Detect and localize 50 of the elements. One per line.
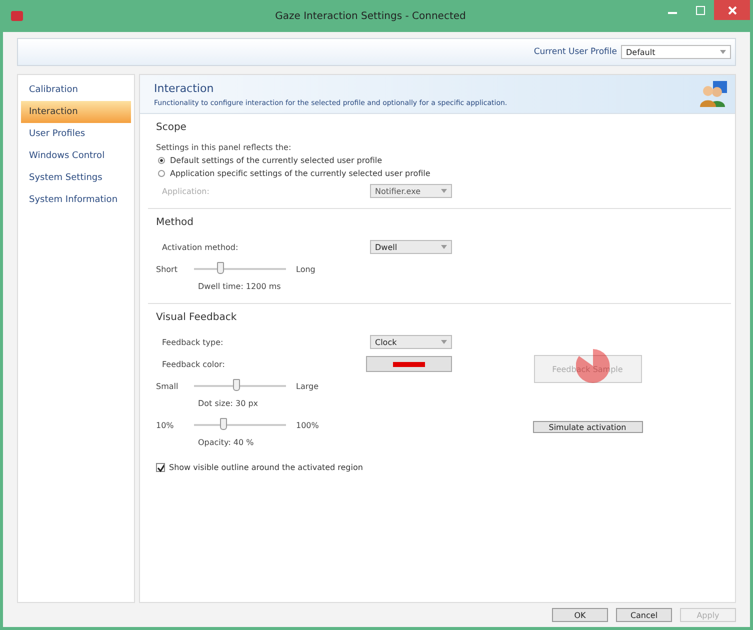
minimize-icon: [668, 12, 676, 14]
sidebar-item[interactable]: User Profiles: [21, 123, 131, 145]
simulate-button[interactable]: Simulate activation: [532, 421, 642, 433]
users-icon: [699, 79, 729, 109]
feedback-color-label: Feedback color:: [162, 360, 225, 368]
slider-min-label: 10%: [156, 420, 175, 430]
sidebar-item[interactable]: Calibration: [21, 79, 131, 101]
check-icon: [157, 463, 164, 472]
application-label: Application:: [162, 186, 210, 196]
outline-checkbox[interactable]: Show visible outline around the activated region: [156, 463, 452, 472]
feedback-type-label: Feedback type:: [162, 338, 224, 346]
section-title: Method: [156, 217, 195, 228]
slider-min-label: Short: [156, 264, 178, 274]
slider-reading: Dwell time: 1200 ms: [197, 282, 282, 291]
slider-reading: Opacity: 40 %: [197, 438, 255, 447]
caret-icon: [441, 340, 447, 344]
app-icon: [11, 11, 23, 21]
slider-max-label: Long: [296, 264, 316, 274]
page-title: Interaction: [154, 82, 215, 94]
feedback-type-dropdown[interactable]: Clock: [370, 335, 452, 349]
slider-min-label: Small: [156, 382, 180, 390]
radio-option[interactable]: Application specific settings of the currently selected user profile: [156, 169, 723, 178]
close-icon: [728, 6, 736, 14]
activation-dropdown[interactable]: Dwell: [370, 240, 452, 254]
window-title: Gaze Interaction Settings - Connected: [274, 10, 467, 22]
sidebar-item[interactable]: System Information: [21, 189, 131, 211]
slider-thumb[interactable]: [216, 262, 224, 274]
dialog-button[interactable]: OK: [552, 608, 608, 622]
radio-option[interactable]: Default settings of the currently selected user profile: [156, 156, 723, 165]
profile-dropdown[interactable]: Default: [621, 45, 731, 59]
dialog-button[interactable]: Cancel: [616, 608, 672, 622]
sidebar-item[interactable]: System Settings: [21, 167, 131, 189]
section-title: Scope: [156, 122, 188, 133]
scope-intro: Settings in this panel reflects the:: [156, 143, 292, 152]
section-title: Visual Feedback: [156, 312, 238, 323]
caret-icon: [441, 245, 447, 249]
profile-label: Current User Profile: [534, 47, 617, 57]
caret-icon: [441, 189, 447, 193]
slider-max-label: 100%: [296, 420, 319, 430]
close-button[interactable]: [714, 0, 750, 20]
caret-icon: [720, 50, 726, 54]
maximize-icon: [696, 6, 704, 14]
slider-reading: Dot size: 30 px: [197, 399, 260, 408]
sidebar-item[interactable]: Interaction: [21, 101, 131, 123]
slider-thumb[interactable]: [233, 379, 240, 391]
slider-max-label: Large: [296, 382, 319, 390]
color-button[interactable]: [366, 356, 452, 372]
sidebar-item[interactable]: Windows Control: [21, 145, 131, 167]
slider-thumb[interactable]: [220, 418, 228, 430]
activation-label: Activation method:: [162, 242, 238, 252]
